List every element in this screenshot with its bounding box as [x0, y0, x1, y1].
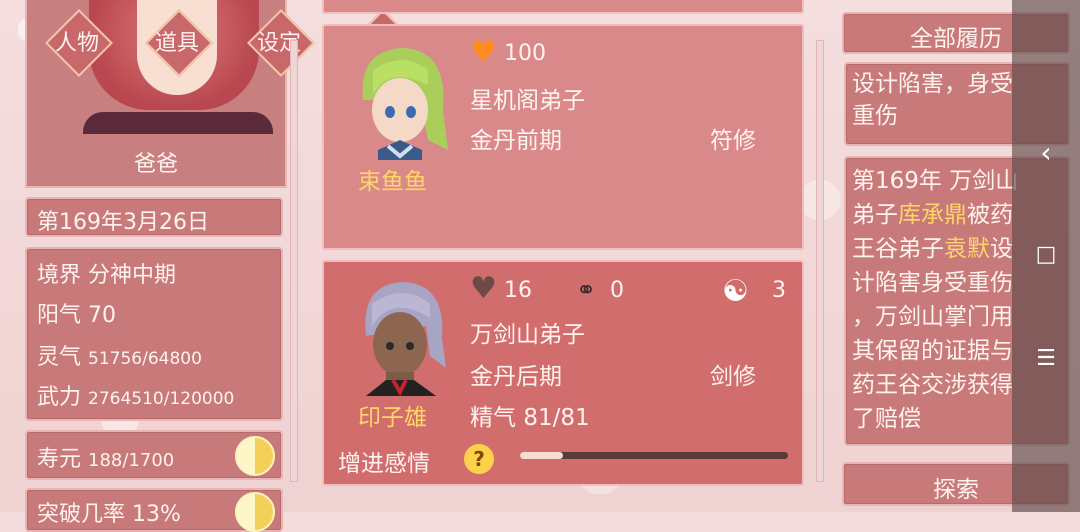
back-icon[interactable]: ‹ [1012, 136, 1080, 169]
breakthrough-text: 突破几率 13% [37, 502, 181, 527]
yang-label: 阳气 [37, 303, 82, 328]
lifespan-panel: 寿元 188/1700 [25, 430, 283, 480]
wuli-value: 2764510/120000 [88, 389, 235, 409]
affection-progress-bar [520, 452, 788, 459]
nav-label: 人物 [54, 31, 99, 56]
highlighted-name: 袁默 [944, 236, 990, 262]
menu-icon[interactable]: ☰ [1012, 346, 1080, 371]
essence-label: 精气 [470, 405, 516, 431]
history-text: ，万剑山掌门用 [852, 304, 1013, 330]
increase-affection-label: 增进感情 [338, 451, 430, 477]
highlighted-name: 库承鼎 [898, 202, 967, 228]
stats-panel: 境界 分神中期 阳气 70 灵气 51756/64800 武力 2764510/… [25, 247, 283, 421]
history-entry-2-line: ，万剑山掌门用 [852, 300, 1018, 334]
yinyang-icon[interactable] [235, 492, 275, 532]
ling-row: 灵气 51756/64800 [37, 339, 202, 371]
bond-count: 0 [610, 278, 624, 303]
breakthrough-panel: 突破几率 13% [25, 488, 283, 532]
history-text: 王谷弟子 [852, 236, 944, 262]
lifespan-label: 寿元 [37, 447, 82, 472]
ling-label: 灵气 [37, 345, 82, 370]
nav-button-character[interactable]: 人物 [45, 9, 113, 77]
history-text: 设 [990, 236, 1013, 262]
history-text: 弟子 [852, 202, 898, 228]
handcuffs-icon: ⚭ [576, 276, 597, 304]
heart-icon: ♥ [470, 271, 497, 306]
history-entry-2-line: 弟子库承鼎被药 [852, 198, 1018, 232]
history-text: 其保留的证据与 [852, 338, 1013, 364]
history-entry-2-text: 第169年 万剑山 弟子库承鼎被药 王谷弟子袁默设 计陷害身受重伤 ，万剑山掌门用 其保留… [852, 164, 1018, 436]
wuli-row: 武力 2764510/120000 [37, 379, 234, 411]
realm-row: 境界 分神中期 [37, 257, 176, 289]
realm-value: 分神中期 [88, 263, 177, 288]
yinyang-count: 3 [772, 278, 786, 303]
nav-button-settings[interactable]: 设定 [247, 9, 315, 77]
affection-progress-fill [520, 452, 563, 459]
date-panel: 第169年3月26日 [25, 197, 283, 237]
system-navigation-bar: ‹ □ ☰ [1012, 0, 1080, 512]
history-entry-2-line: 王谷弟子袁默设 [852, 232, 1018, 266]
wuli-label: 武力 [37, 385, 82, 410]
companion-stage: 金丹后期 [470, 364, 562, 390]
companion-name: 束鱼鱼 [358, 169, 427, 195]
history-text: 药王谷交涉获得 [852, 372, 1013, 398]
yang-row: 阳气 70 [37, 297, 116, 329]
nav-button-items[interactable]: 道具 [145, 9, 213, 77]
yang-value: 70 [88, 303, 117, 328]
companion-path: 剑修 [710, 364, 756, 390]
companion-stage: 金丹前期 [470, 128, 562, 154]
history-entry-2-line: 计陷害身受重伤 [852, 266, 1018, 300]
history-entry-2-line: 第169年 万剑山 [852, 164, 1018, 198]
history-text: 被药 [967, 202, 1013, 228]
companion-avatar-2 [365, 282, 446, 396]
history-entry-1-line-2: 重伤 [852, 103, 898, 129]
history-entry-1-line-1: 设计陷害，身受 [852, 71, 1013, 97]
companion-sect: 星机阁弟子 [470, 88, 585, 114]
player-name: 爸爸 [133, 152, 178, 177]
nav-label: 道具 [154, 31, 199, 56]
history-text: 第169年 万剑山 [852, 168, 1019, 194]
companion-sect: 万剑山弟子 [470, 322, 585, 348]
yinyang-icon: ☯ [722, 274, 749, 309]
realm-label: 境界 [37, 263, 82, 288]
lifespan-row: 寿元 188/1700 [37, 441, 174, 473]
heart-icon: ♥ [470, 35, 497, 70]
center-scrollbar[interactable] [816, 40, 824, 482]
left-scrollbar[interactable] [290, 40, 298, 482]
companion-card-2[interactable]: 印子雄 ♥ 16 ⚭ 0 ☯ 3 万剑山弟子 金丹后期 剑修 精气 81/81 … [322, 260, 804, 486]
favor-value: 100 [504, 41, 546, 66]
yinyang-icon[interactable] [235, 436, 275, 476]
essence-value: 81/81 [523, 405, 590, 431]
date-text: 第169年3月26日 [37, 210, 209, 235]
card-top-sliver [322, 0, 804, 14]
companion-avatar-1 [362, 48, 448, 160]
ling-value: 51756/64800 [88, 349, 202, 369]
companion-name: 印子雄 [358, 405, 427, 431]
history-text: 计陷害身受重伤 [852, 270, 1013, 296]
home-icon[interactable]: □ [1012, 242, 1080, 267]
history-entry-2-line: 其保留的证据与 [852, 334, 1018, 368]
companion-path: 符修 [710, 128, 756, 154]
history-entry-2-line: 了赔偿 [852, 402, 1018, 436]
nav-label: 设定 [256, 31, 301, 56]
help-question-icon[interactable]: ? [464, 444, 494, 474]
portrait-collar [83, 112, 273, 134]
history-text: 了赔偿 [852, 406, 921, 432]
essence-row: 精气 81/81 [470, 398, 590, 432]
history-entry-2-line: 药王谷交涉获得 [852, 368, 1018, 402]
companion-card-1[interactable]: 束鱼鱼 ♥ 100 星机阁弟子 金丹前期 符修 [322, 24, 804, 250]
lifespan-value: 188/1700 [88, 450, 175, 471]
favor-value: 16 [504, 278, 532, 303]
